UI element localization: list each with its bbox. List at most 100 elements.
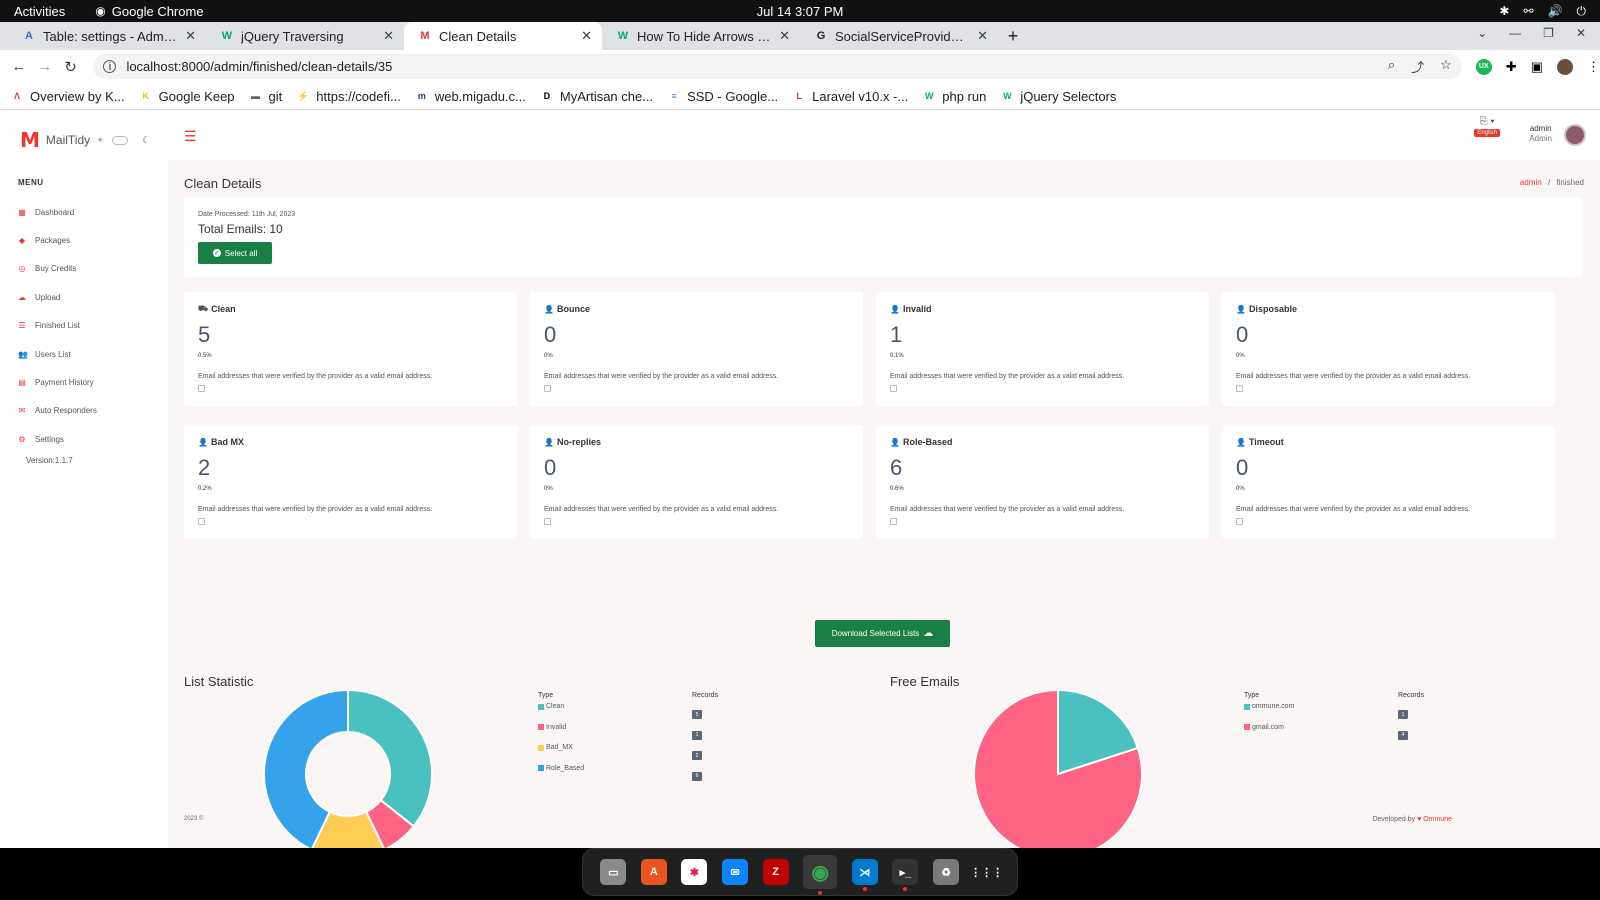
- legend-item[interactable]: Clean: [538, 703, 564, 710]
- clock[interactable]: Jul 14 3:07 PM: [757, 4, 844, 19]
- slack-dock-icon[interactable]: ✱: [681, 859, 708, 885]
- thunderbird-dock-icon[interactable]: ✉: [722, 859, 749, 885]
- pie-chart: [973, 688, 1143, 848]
- stat-checkbox[interactable]: [544, 518, 551, 525]
- legend-item[interactable]: Invalid: [538, 724, 566, 731]
- bookmark-6[interactable]: ≡ SSD - Google...: [667, 89, 778, 104]
- stat-count: 0: [544, 455, 557, 480]
- bookmark-9[interactable]: WjQuery Selectors: [1000, 89, 1116, 104]
- sidebar-item-users-list[interactable]: 👥 Users List: [18, 340, 166, 368]
- pie-slice-clean[interactable]: [347, 688, 433, 828]
- bookmark-4[interactable]: m web.migadu.c...: [415, 89, 526, 104]
- select-all-button[interactable]: ✓ Select all: [198, 242, 272, 264]
- tab-close-icon[interactable]: ✕: [977, 28, 988, 44]
- sidebar-item-settings[interactable]: ⚙ Settings: [18, 425, 166, 453]
- tab-close-icon[interactable]: ✕: [383, 28, 394, 44]
- minimize-icon[interactable]: —: [1509, 26, 1521, 40]
- bookmark-5[interactable]: D MyArtisan che...: [540, 89, 653, 104]
- stat-checkbox[interactable]: [890, 385, 897, 392]
- tab-search-icon[interactable]: ⌄: [1477, 26, 1487, 40]
- legend-item[interactable]: ommune.com: [1244, 703, 1294, 710]
- tab-close-icon[interactable]: ✕: [779, 28, 790, 44]
- tab-2[interactable]: M Clean Details ✕: [404, 22, 602, 50]
- sidebar-item-payment-history[interactable]: ▤ Payment History: [18, 368, 166, 396]
- tab-title: Clean Details: [439, 28, 517, 44]
- stat-checkbox[interactable]: [198, 385, 205, 392]
- sidebar-item-auto-responders[interactable]: ✉ Auto Responders: [18, 397, 166, 425]
- side-panel-icon[interactable]: ▣: [1531, 59, 1543, 75]
- stat-checkbox[interactable]: [198, 518, 205, 525]
- logo[interactable]: M MailTidy ☀ ☾: [20, 128, 150, 152]
- bookmark-3[interactable]: ⚡ https://codefi...: [296, 89, 401, 104]
- forward-icon[interactable]: →: [32, 58, 58, 75]
- volume-icon[interactable]: 🔊: [1548, 4, 1563, 19]
- users-list-icon: 👥: [18, 349, 28, 359]
- stat-checkbox[interactable]: [890, 518, 897, 525]
- power-icon[interactable]: ⏻: [1577, 4, 1587, 19]
- sidebar-item-finished-list[interactable]: ☰ Finished List: [18, 312, 166, 340]
- sidebar-item-dashboard[interactable]: ▦ Dashboard: [18, 198, 166, 226]
- back-icon[interactable]: ←: [6, 58, 32, 75]
- stat-checkbox[interactable]: [1236, 385, 1243, 392]
- software-dock-icon[interactable]: A: [640, 859, 667, 885]
- activities-button[interactable]: Activities: [14, 4, 65, 19]
- chrome-dock-icon[interactable]: ◉: [803, 855, 838, 895]
- maximize-icon[interactable]: ❐: [1543, 26, 1554, 40]
- theme-toggle[interactable]: [112, 135, 129, 145]
- bookmark-favicon-icon: ⚡: [297, 90, 309, 101]
- bookmark-1[interactable]: K Google Keep: [139, 89, 234, 104]
- tab-1[interactable]: WjQuery Traversing ✕: [206, 22, 404, 50]
- share-icon[interactable]: ⤴: [1411, 57, 1424, 76]
- address-bar[interactable]: i localhost:8000/admin/finished/clean-de…: [93, 54, 1462, 79]
- sidebar-item-packages[interactable]: ◆ Packages: [18, 226, 166, 254]
- tab-3[interactable]: W How To Hide Arrows From ✕: [602, 22, 800, 50]
- tab-close-icon[interactable]: ✕: [581, 28, 592, 44]
- user-menu[interactable]: admin Admin: [1529, 124, 1552, 144]
- sidebar-item-upload[interactable]: ☁ Upload: [18, 283, 166, 311]
- legend-item[interactable]: Bad_MX: [538, 744, 573, 751]
- trash-dock-icon[interactable]: ♻: [933, 859, 960, 885]
- trash-icon: ♻: [941, 866, 951, 879]
- extensions-icon[interactable]: ✚: [1506, 59, 1517, 75]
- legend-item[interactable]: gmail.com: [1244, 724, 1284, 731]
- bookmark-0[interactable]: Λ Overview by K...: [10, 89, 125, 104]
- legend-item[interactable]: Role_Based: [538, 765, 584, 772]
- reload-icon[interactable]: ↻: [58, 58, 84, 76]
- tab-4[interactable]: G SocialServiceProvider.php ✕: [800, 22, 998, 50]
- stat-checkbox[interactable]: [1236, 518, 1243, 525]
- app-grid-dock-icon[interactable]: ⋮⋮⋮: [970, 859, 1003, 885]
- filezilla-dock-icon[interactable]: Z: [762, 859, 789, 885]
- chrome-menu-icon[interactable]: ⋮: [1587, 59, 1600, 75]
- language-switcher[interactable]: ⎘ ▾ English: [1474, 116, 1500, 137]
- terminal-dock-icon[interactable]: ▸_: [892, 859, 919, 891]
- zoom-icon[interactable]: ⌕: [1388, 57, 1395, 76]
- tab-0[interactable]: A Table: settings - Adminer ✕: [8, 22, 206, 50]
- ux-extension-icon[interactable]: UX: [1475, 58, 1492, 75]
- close-window-icon[interactable]: ✕: [1576, 26, 1586, 40]
- files-dock-icon[interactable]: ▭: [600, 859, 627, 885]
- stat-checkbox[interactable]: [544, 385, 551, 392]
- sidebar-item-buy-credits[interactable]: ◎ Buy Credits: [18, 255, 166, 283]
- network-icon[interactable]: ⚯: [1523, 4, 1533, 19]
- slack-icon: ✱: [689, 866, 700, 879]
- hamburger-menu-icon[interactable]: ☰: [184, 128, 197, 145]
- vscode-dock-icon[interactable]: ⋊: [851, 859, 878, 891]
- tab-close-icon[interactable]: ✕: [185, 28, 196, 44]
- new-tab-icon[interactable]: +: [998, 22, 1028, 50]
- bookmark-star-icon[interactable]: ☆: [1440, 57, 1452, 76]
- site-info-icon[interactable]: i: [103, 60, 117, 73]
- legend-label: Bad_MX: [546, 744, 573, 751]
- bookmark-2[interactable]: ▬ git: [249, 89, 282, 104]
- legend-swatch: [1244, 703, 1250, 710]
- slack-tray-icon[interactable]: ✱: [1499, 4, 1509, 19]
- url-text[interactable]: localhost:8000/admin/finished/clean-deta…: [126, 59, 392, 74]
- avatar[interactable]: [1564, 124, 1586, 146]
- download-selected-button[interactable]: Download Selected Lists ☁: [815, 620, 950, 647]
- footer-brand[interactable]: Ommune: [1423, 816, 1452, 823]
- profile-avatar-icon[interactable]: [1556, 58, 1573, 75]
- app-menu[interactable]: ◉ Google Chrome: [95, 4, 203, 19]
- bookmark-8[interactable]: Wphp run: [922, 89, 986, 104]
- system-tray[interactable]: ✱ ⚯ 🔊 ⏻: [1499, 4, 1586, 19]
- breadcrumb-admin[interactable]: admin: [1520, 178, 1542, 187]
- bookmark-7[interactable]: L Laravel v10.x -...: [792, 89, 908, 104]
